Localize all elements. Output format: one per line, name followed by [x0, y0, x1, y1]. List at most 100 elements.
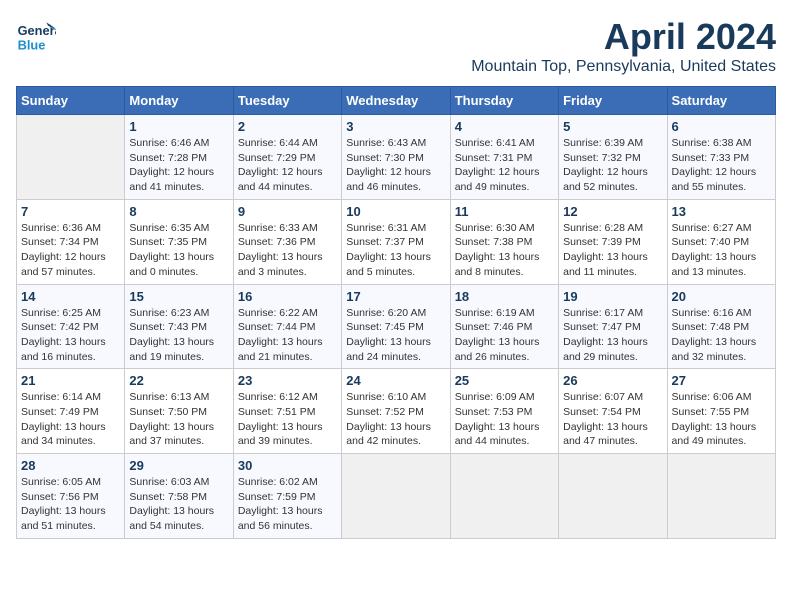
day-info: Sunrise: 6:19 AMSunset: 7:46 PMDaylight:… [455, 307, 540, 363]
day-number: 29 [129, 458, 228, 473]
day-info: Sunrise: 6:46 AMSunset: 7:28 PMDaylight:… [129, 137, 214, 193]
day-number: 22 [129, 373, 228, 388]
svg-text:Blue: Blue [18, 38, 46, 53]
location-title: Mountain Top, Pennsylvania, United State… [471, 58, 776, 76]
calendar-cell: 16 Sunrise: 6:22 AMSunset: 7:44 PMDayligh… [233, 284, 341, 369]
calendar-week-row: 21Sunrise: 6:14 AMSunset: 7:49 PMDayligh… [17, 369, 776, 454]
day-info: Sunrise: 6:41 AMSunset: 7:31 PMDaylight:… [455, 137, 540, 193]
calendar-header-row: SundayMondayTuesdayWednesdayThursdayFrid… [17, 87, 776, 115]
title-area: April 2024 Mountain Top, Pennsylvania, U… [471, 16, 776, 76]
day-info: Sunrise: 6:13 AMSunset: 7:50 PMDaylight:… [129, 391, 214, 447]
calendar-cell [450, 454, 558, 539]
day-info: Sunrise: 6:44 AMSunset: 7:29 PMDaylight:… [238, 137, 323, 193]
day-number: 28 [21, 458, 120, 473]
day-number: 19 [563, 289, 662, 304]
calendar-cell: 19 Sunrise: 6:17 AMSunset: 7:47 PMDayligh… [559, 284, 667, 369]
day-number: 27 [672, 373, 771, 388]
calendar-week-row: 1 Sunrise: 6:46 AMSunset: 7:28 PMDaylight… [17, 115, 776, 200]
calendar-cell: 10 Sunrise: 6:31 AMSunset: 7:37 PMDayligh… [342, 199, 450, 284]
page-header: General Blue April 2024 Mountain Top, Pe… [16, 16, 776, 76]
calendar-cell: 9Sunrise: 6:33 AMSunset: 7:36 PMDaylight… [233, 199, 341, 284]
calendar-cell [559, 454, 667, 539]
calendar-cell: 7Sunrise: 6:36 AMSunset: 7:34 PMDaylight… [17, 199, 125, 284]
day-info: Sunrise: 6:25 AMSunset: 7:42 PMDaylight:… [21, 307, 106, 363]
calendar-cell: 29 Sunrise: 6:03 AMSunset: 7:58 PMDayligh… [125, 454, 233, 539]
day-info: Sunrise: 6:35 AMSunset: 7:35 PMDaylight:… [129, 222, 214, 278]
day-number: 2 [238, 119, 337, 134]
day-number: 23 [238, 373, 337, 388]
day-info: Sunrise: 6:43 AMSunset: 7:30 PMDaylight:… [346, 137, 431, 193]
calendar-cell: 3 Sunrise: 6:43 AMSunset: 7:30 PMDaylight… [342, 115, 450, 200]
calendar-week-row: 14 Sunrise: 6:25 AMSunset: 7:42 PMDayligh… [17, 284, 776, 369]
day-number: 7 [21, 204, 120, 219]
calendar-cell: 21Sunrise: 6:14 AMSunset: 7:49 PMDayligh… [17, 369, 125, 454]
calendar-cell: 27 Sunrise: 6:06 AMSunset: 7:55 PMDayligh… [667, 369, 775, 454]
day-number: 3 [346, 119, 445, 134]
day-of-week-header: Sunday [17, 87, 125, 115]
day-info: Sunrise: 6:10 AMSunset: 7:52 PMDaylight:… [346, 391, 431, 447]
calendar-week-row: 7Sunrise: 6:36 AMSunset: 7:34 PMDaylight… [17, 199, 776, 284]
day-info: Sunrise: 6:33 AMSunset: 7:36 PMDaylight:… [238, 222, 323, 278]
calendar-cell: 14 Sunrise: 6:25 AMSunset: 7:42 PMDayligh… [17, 284, 125, 369]
calendar-cell [667, 454, 775, 539]
day-info: Sunrise: 6:12 AMSunset: 7:51 PMDaylight:… [238, 391, 323, 447]
logo-icon: General Blue [16, 16, 56, 56]
logo: General Blue [16, 16, 56, 56]
day-number: 12 [563, 204, 662, 219]
day-number: 15 [129, 289, 228, 304]
calendar-week-row: 28 Sunrise: 6:05 AMSunset: 7:56 PMDayligh… [17, 454, 776, 539]
calendar-cell: 20 Sunrise: 6:16 AMSunset: 7:48 PMDayligh… [667, 284, 775, 369]
day-info: Sunrise: 6:14 AMSunset: 7:49 PMDaylight:… [21, 391, 106, 447]
calendar-cell: 12 Sunrise: 6:28 AMSunset: 7:39 PMDayligh… [559, 199, 667, 284]
day-number: 18 [455, 289, 554, 304]
day-info: Sunrise: 6:27 AMSunset: 7:40 PMDaylight:… [672, 222, 757, 278]
day-of-week-header: Saturday [667, 87, 775, 115]
day-info: Sunrise: 6:28 AMSunset: 7:39 PMDaylight:… [563, 222, 648, 278]
day-number: 4 [455, 119, 554, 134]
day-number: 1 [129, 119, 228, 134]
day-info: Sunrise: 6:30 AMSunset: 7:38 PMDaylight:… [455, 222, 540, 278]
calendar-cell: 4 Sunrise: 6:41 AMSunset: 7:31 PMDaylight… [450, 115, 558, 200]
calendar-cell: 25 Sunrise: 6:09 AMSunset: 7:53 PMDayligh… [450, 369, 558, 454]
day-info: Sunrise: 6:17 AMSunset: 7:47 PMDaylight:… [563, 307, 648, 363]
calendar-cell: 18 Sunrise: 6:19 AMSunset: 7:46 PMDayligh… [450, 284, 558, 369]
day-number: 24 [346, 373, 445, 388]
calendar-body: 1 Sunrise: 6:46 AMSunset: 7:28 PMDaylight… [17, 115, 776, 539]
calendar-cell: 22 Sunrise: 6:13 AMSunset: 7:50 PMDayligh… [125, 369, 233, 454]
day-info: Sunrise: 6:22 AMSunset: 7:44 PMDaylight:… [238, 307, 323, 363]
day-number: 26 [563, 373, 662, 388]
day-number: 25 [455, 373, 554, 388]
day-number: 16 [238, 289, 337, 304]
calendar-cell: 28 Sunrise: 6:05 AMSunset: 7:56 PMDayligh… [17, 454, 125, 539]
calendar-cell: 8 Sunrise: 6:35 AMSunset: 7:35 PMDaylight… [125, 199, 233, 284]
day-number: 17 [346, 289, 445, 304]
day-info: Sunrise: 6:09 AMSunset: 7:53 PMDaylight:… [455, 391, 540, 447]
calendar-cell [17, 115, 125, 200]
day-of-week-header: Monday [125, 87, 233, 115]
calendar-cell: 24 Sunrise: 6:10 AMSunset: 7:52 PMDayligh… [342, 369, 450, 454]
day-of-week-header: Friday [559, 87, 667, 115]
day-number: 14 [21, 289, 120, 304]
day-of-week-header: Thursday [450, 87, 558, 115]
day-of-week-header: Tuesday [233, 87, 341, 115]
day-number: 20 [672, 289, 771, 304]
day-info: Sunrise: 6:07 AMSunset: 7:54 PMDaylight:… [563, 391, 648, 447]
day-number: 5 [563, 119, 662, 134]
calendar-cell: 13 Sunrise: 6:27 AMSunset: 7:40 PMDayligh… [667, 199, 775, 284]
day-info: Sunrise: 6:06 AMSunset: 7:55 PMDaylight:… [672, 391, 757, 447]
calendar-cell: 2 Sunrise: 6:44 AMSunset: 7:29 PMDaylight… [233, 115, 341, 200]
day-number: 13 [672, 204, 771, 219]
day-info: Sunrise: 6:03 AMSunset: 7:58 PMDaylight:… [129, 476, 214, 532]
calendar-cell: 23 Sunrise: 6:12 AMSunset: 7:51 PMDayligh… [233, 369, 341, 454]
day-info: Sunrise: 6:38 AMSunset: 7:33 PMDaylight:… [672, 137, 757, 193]
calendar-cell [342, 454, 450, 539]
day-info: Sunrise: 6:02 AMSunset: 7:59 PMDaylight:… [238, 476, 323, 532]
day-number: 10 [346, 204, 445, 219]
day-number: 30 [238, 458, 337, 473]
day-info: Sunrise: 6:05 AMSunset: 7:56 PMDaylight:… [21, 476, 106, 532]
day-info: Sunrise: 6:16 AMSunset: 7:48 PMDaylight:… [672, 307, 757, 363]
month-title: April 2024 [471, 16, 776, 58]
day-number: 6 [672, 119, 771, 134]
day-number: 8 [129, 204, 228, 219]
day-info: Sunrise: 6:31 AMSunset: 7:37 PMDaylight:… [346, 222, 431, 278]
